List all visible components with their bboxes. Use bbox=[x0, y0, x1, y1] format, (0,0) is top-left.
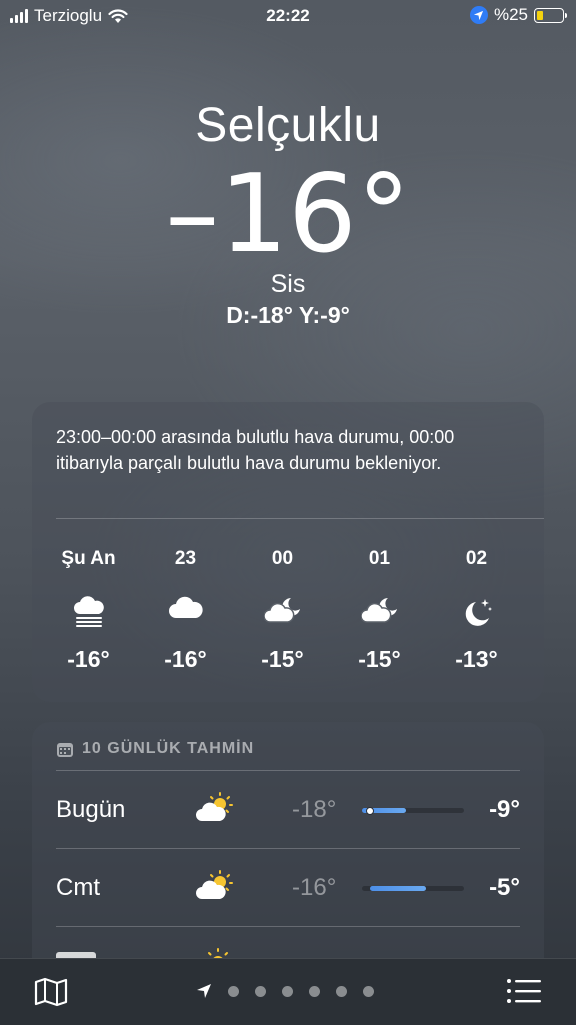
range-segment bbox=[370, 886, 427, 891]
divider bbox=[56, 770, 520, 771]
current-location-icon bbox=[197, 984, 211, 998]
page-dot bbox=[309, 985, 320, 997]
divider bbox=[56, 848, 520, 849]
divider bbox=[56, 926, 520, 927]
temperature-range-bar bbox=[362, 886, 464, 891]
cloud-moon-icon bbox=[360, 598, 397, 623]
hour-temp: -15° bbox=[261, 646, 304, 672]
map-icon[interactable] bbox=[34, 977, 68, 1007]
day-low: -16° bbox=[292, 874, 337, 901]
calendar-icon bbox=[57, 742, 73, 757]
hour-label: Şu An bbox=[61, 548, 116, 569]
hour-item: 00 -15° bbox=[234, 548, 331, 673]
day-high: -9° bbox=[489, 796, 520, 823]
hour-item: 02 -13° bbox=[428, 548, 525, 673]
battery-icon bbox=[534, 7, 567, 23]
low-high-temperature: D:-18° Y:-9° bbox=[226, 302, 350, 328]
page-indicator[interactable] bbox=[196, 983, 374, 999]
forecast-title: 10 GÜNLÜK TAHMİN bbox=[82, 740, 255, 757]
sun-cloud-icon bbox=[196, 870, 233, 899]
hour-temp: -16° bbox=[67, 646, 110, 672]
forecast-summary: 23:00–00:00 arasında bulutlu hava durumu… bbox=[56, 427, 455, 473]
hour-label: 00 bbox=[271, 548, 294, 569]
page-dot bbox=[363, 985, 374, 997]
hour-label: 02 bbox=[465, 548, 488, 569]
hour-label: 01 bbox=[368, 548, 391, 569]
hour-item: Şu An -16° bbox=[40, 548, 137, 673]
page-dot bbox=[255, 985, 266, 997]
page-dot bbox=[336, 985, 347, 997]
hour-temp: -13° bbox=[455, 646, 498, 672]
location-services-icon bbox=[469, 6, 488, 24]
page-dot bbox=[228, 985, 239, 997]
forecast-row[interactable]: Cmt -16° -5° bbox=[56, 850, 520, 926]
forecast-row[interactable]: Bugün -18° -9° bbox=[56, 772, 520, 848]
list-icon[interactable] bbox=[506, 977, 542, 1005]
temperature-range-bar bbox=[362, 806, 464, 815]
moon-stars-icon bbox=[465, 599, 492, 626]
current-temp-marker bbox=[366, 806, 375, 815]
cloud-icon bbox=[168, 596, 203, 618]
current-condition: Sis bbox=[270, 270, 306, 298]
cloud-moon-icon bbox=[263, 598, 300, 623]
hour-label: 23 bbox=[174, 548, 197, 569]
hour-temp: -16° bbox=[164, 646, 207, 672]
divider bbox=[56, 518, 544, 519]
hour-item: 01 -15° bbox=[331, 548, 428, 673]
hourly-list[interactable]: Şu An -16° 23 -16° 00 -15° 01 -15° 02 -1… bbox=[40, 548, 536, 673]
hourly-forecast-card[interactable]: 23:00–00:00 arasında bulutlu hava durumu… bbox=[32, 402, 544, 702]
page-dot bbox=[282, 985, 293, 997]
day-high: -5° bbox=[489, 874, 520, 901]
bottom-toolbar bbox=[0, 958, 576, 1025]
day-name: Cmt bbox=[56, 874, 100, 901]
day-name: Bugün bbox=[56, 796, 126, 823]
current-temperature: –16° bbox=[165, 152, 411, 277]
sun-cloud-icon bbox=[196, 792, 233, 821]
hour-temp: -15° bbox=[358, 646, 401, 672]
battery-percent: %25 bbox=[493, 5, 528, 24]
status-bar: Terzioglu 22:22 %25 bbox=[0, 0, 576, 34]
fog-icon bbox=[73, 596, 104, 627]
hour-item: 23 -16° bbox=[137, 548, 234, 673]
city-name: Selçuklu bbox=[195, 99, 381, 152]
day-low: -18° bbox=[292, 796, 337, 823]
forecast-header: 10 GÜNLÜK TAHMİN bbox=[56, 740, 254, 758]
